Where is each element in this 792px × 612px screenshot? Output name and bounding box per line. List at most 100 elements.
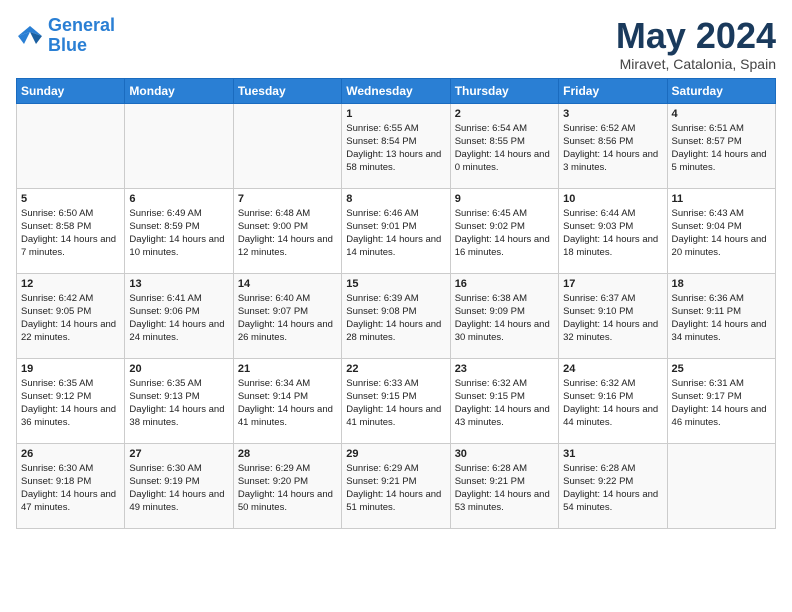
- location: Miravet, Catalonia, Spain: [616, 56, 776, 72]
- cell-line: Sunrise: 6:42 AM: [21, 293, 93, 304]
- day-number: 14: [238, 278, 337, 290]
- cell-content: Sunrise: 6:46 AMSunset: 9:01 PMDaylight:…: [346, 207, 445, 260]
- cell-content: Sunrise: 6:37 AM Sunset: 9:10 PM Daylight:…: [563, 292, 662, 345]
- cell-content: Sunrise: 6:38 AMSunset: 9:09 PMDaylight:…: [455, 292, 554, 345]
- cell-line: Daylight: 14 hours and 10 minutes.: [129, 234, 224, 258]
- cell-content: Sunrise: 6:34 AMSunset: 9:14 PMDaylight:…: [238, 377, 337, 430]
- day-number: 21: [238, 363, 337, 375]
- calendar-week-2: 5Sunrise: 6:50 AMSunset: 8:58 PMDaylight…: [17, 188, 776, 273]
- cell-line: Sunset: 9:03 PM: [563, 221, 633, 232]
- day-number: 27: [129, 448, 228, 460]
- cell-line: Sunrise: 6:46 AM: [346, 208, 418, 219]
- day-number: 4: [672, 108, 771, 120]
- cell-line: Sunrise: 6:51 AM: [672, 123, 744, 134]
- cell-line: Daylight: 14 hours and 36 minutes.: [21, 404, 116, 428]
- calendar-cell: 11Sunrise: 6:43 AMSunset: 9:04 PMDayligh…: [667, 188, 775, 273]
- cell-line: Sunset: 8:55 PM: [455, 136, 525, 147]
- calendar-cell: [233, 103, 341, 188]
- day-number: 31: [563, 448, 662, 460]
- cell-line: Daylight: 14 hours and 46 minutes.: [672, 404, 767, 428]
- cell-line: Sunrise: 6:30 AM: [21, 463, 93, 474]
- cell-line: Daylight: 14 hours and 32 minutes.: [563, 319, 658, 343]
- day-number: 17: [563, 278, 662, 290]
- cell-line: Sunset: 9:21 PM: [346, 476, 416, 487]
- calendar-cell: 10Sunrise: 6:44 AMSunset: 9:03 PMDayligh…: [559, 188, 667, 273]
- title-block: May 2024 Miravet, Catalonia, Spain: [616, 16, 776, 72]
- calendar-table: SundayMondayTuesdayWednesdayThursdayFrid…: [16, 78, 776, 529]
- cell-line: Sunset: 9:17 PM: [672, 391, 742, 402]
- cell-line: Daylight: 14 hours and 38 minutes.: [129, 404, 224, 428]
- cell-line: Sunrise: 6:52 AM: [563, 123, 635, 134]
- calendar-cell: 7Sunrise: 6:48 AMSunset: 9:00 PMDaylight…: [233, 188, 341, 273]
- cell-line: Sunset: 9:07 PM: [238, 306, 308, 317]
- cell-line: Daylight: 14 hours and 41 minutes.: [238, 404, 333, 428]
- day-number: 6: [129, 193, 228, 205]
- weekday-header-thursday: Thursday: [450, 78, 558, 103]
- day-number: 12: [21, 278, 120, 290]
- cell-line: Sunrise: 6:28 AM: [563, 463, 635, 474]
- cell-content: Sunrise: 6:43 AM Sunset: 9:04 PM Daylight:…: [672, 207, 771, 260]
- calendar-cell: 25Sunrise: 6:31 AMSunset: 9:17 PMDayligh…: [667, 358, 775, 443]
- calendar-cell: 27 Sunrise: 6:30 AMSunset: 9:19 PMDayligh…: [125, 443, 233, 528]
- cell-content: Sunrise: 6:49 AMSunset: 8:59 PMDaylight:…: [129, 207, 228, 260]
- cell-line: Sunrise: 6:48 AM: [238, 208, 310, 219]
- calendar-week-5: 26Sunrise: 6:30 AMSunset: 9:18 PMDayligh…: [17, 443, 776, 528]
- cell-line: Sunrise: 6:37 AM: [563, 293, 635, 304]
- cell-line: Daylight: 14 hours and 22 minutes.: [21, 319, 116, 343]
- cell-line: Sunset: 9:15 PM: [455, 391, 525, 402]
- logo-icon: [16, 22, 44, 50]
- calendar-cell: 28Sunrise: 6:29 AMSunset: 9:20 PMDayligh…: [233, 443, 341, 528]
- cell-line: Sunset: 9:19 PM: [129, 476, 199, 487]
- day-number: 10: [563, 193, 662, 205]
- cell-content: Sunrise: 6:54 AMSunset: 8:55 PMDaylight:…: [455, 122, 554, 175]
- cell-content: Sunrise: 6:55 AMSunset: 8:54 PMDaylight:…: [346, 122, 445, 175]
- cell-content: Sunrise: 6:52 AMSunset: 8:56 PMDaylight:…: [563, 122, 662, 175]
- calendar-cell: 26Sunrise: 6:30 AMSunset: 9:18 PMDayligh…: [17, 443, 125, 528]
- cell-content: Sunrise: 6:39 AMSunset: 9:08 PMDaylight:…: [346, 292, 445, 345]
- day-number: 24: [563, 363, 662, 375]
- cell-line: Sunrise: 6:54 AM: [455, 123, 527, 134]
- day-number: 18: [672, 278, 771, 290]
- cell-line: Sunrise: 6:29 AM: [238, 463, 310, 474]
- weekday-header-friday: Friday: [559, 78, 667, 103]
- cell-line: Daylight: 14 hours and 47 minutes.: [21, 489, 116, 513]
- day-number: 7: [238, 193, 337, 205]
- cell-line: Daylight: 14 hours and 20 minutes.: [672, 234, 767, 258]
- calendar-cell: 2Sunrise: 6:54 AMSunset: 8:55 PMDaylight…: [450, 103, 558, 188]
- calendar-week-3: 12 Sunrise: 6:42 AMSunset: 9:05 PMDayligh…: [17, 273, 776, 358]
- calendar-cell: 18Sunrise: 6:36 AMSunset: 9:11 PMDayligh…: [667, 273, 775, 358]
- cell-line: Sunset: 8:58 PM: [21, 221, 91, 232]
- cell-line: Daylight: 14 hours and 3 minutes.: [563, 149, 658, 173]
- day-number: 20: [129, 363, 228, 375]
- cell-content: Sunrise: 6:32 AMSunset: 9:15 PMDaylight:…: [455, 377, 554, 430]
- cell-line: Daylight: 14 hours and 28 minutes.: [346, 319, 441, 343]
- day-number: 23: [455, 363, 554, 375]
- calendar-week-1: 1Sunrise: 6:55 AMSunset: 8:54 PMDaylight…: [17, 103, 776, 188]
- logo-general: General: [48, 15, 115, 35]
- cell-content: Sunrise: 6:42 AMSunset: 9:05 PMDaylight:…: [21, 292, 120, 345]
- cell-line: Sunset: 9:10 PM: [563, 306, 633, 317]
- cell-line: Sunset: 8:57 PM: [672, 136, 742, 147]
- calendar-cell: 23 Sunrise: 6:32 AMSunset: 9:15 PMDayligh…: [450, 358, 558, 443]
- weekday-header-sunday: Sunday: [17, 78, 125, 103]
- cell-line: Daylight: 14 hours and 53 minutes.: [455, 489, 550, 513]
- cell-line: Sunrise: 6:50 AM: [21, 208, 93, 219]
- day-number: 16: [455, 278, 554, 290]
- cell-content: Sunrise: 6:30 AMSunset: 9:19 PMDaylight:…: [129, 462, 228, 515]
- calendar-cell: 6 Sunrise: 6:49 AMSunset: 8:59 PMDaylight…: [125, 188, 233, 273]
- calendar-cell: 30Sunrise: 6:28 AMSunset: 9:21 PMDayligh…: [450, 443, 558, 528]
- cell-line: Sunrise: 6:41 AM: [129, 293, 201, 304]
- weekday-header-wednesday: Wednesday: [342, 78, 450, 103]
- cell-line: Sunrise: 6:43 AM: [672, 208, 744, 219]
- cell-content: Sunrise: 6:41 AMSunset: 9:06 PMDaylight:…: [129, 292, 228, 345]
- cell-line: Daylight: 14 hours and 18 minutes.: [563, 234, 658, 258]
- cell-line: Daylight: 14 hours and 50 minutes.: [238, 489, 333, 513]
- cell-line: Sunset: 9:00 PM: [238, 221, 308, 232]
- logo-blue: Blue: [48, 35, 87, 55]
- cell-line: Daylight: 14 hours and 54 minutes.: [563, 489, 658, 513]
- cell-content: Sunrise: 6:40 AMSunset: 9:07 PMDaylight:…: [238, 292, 337, 345]
- cell-line: Daylight: 14 hours and 49 minutes.: [129, 489, 224, 513]
- cell-line: Sunset: 9:04 PM: [672, 221, 742, 232]
- calendar-cell: 20Sunrise: 6:35 AMSunset: 9:13 PMDayligh…: [125, 358, 233, 443]
- calendar-cell: 13Sunrise: 6:41 AMSunset: 9:06 PMDayligh…: [125, 273, 233, 358]
